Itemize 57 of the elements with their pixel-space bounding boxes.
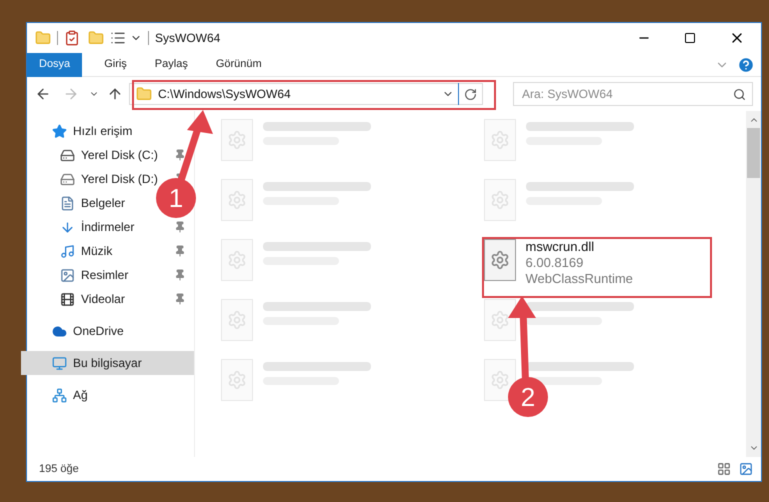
file-name[interactable]: mswcrun.dll [526, 239, 633, 255]
nav-item[interactable]: Bu bilgisayar [52, 354, 142, 372]
star-icon [52, 124, 67, 138]
file-detail: 6.00.8169 [526, 255, 584, 271]
search-icon [733, 88, 746, 100]
nav-item[interactable]: Müzik [60, 242, 112, 260]
refresh-icon[interactable] [464, 88, 477, 100]
nav-item[interactable]: Belgeler [60, 194, 126, 212]
nav-item[interactable]: Yerel Disk (D:) [60, 170, 158, 188]
large-icons-view-icon[interactable] [739, 462, 753, 476]
blurred-file-icon [484, 299, 516, 341]
address-field[interactable]: C:\Windows\SysWOW64 [129, 83, 483, 105]
help-icon[interactable] [737, 56, 755, 74]
nav-item[interactable]: Videolar [60, 290, 125, 308]
drive-icon [60, 148, 75, 162]
up-icon[interactable] [107, 86, 123, 102]
ribbon-tab[interactable]: Dosya [27, 52, 82, 76]
back-icon[interactable] [35, 86, 51, 102]
blurred-file-icon [484, 359, 516, 401]
nav-item[interactable]: İndirmeler [60, 218, 134, 236]
scrollbar[interactable] [746, 111, 761, 457]
item-count: 195 öğe [39, 462, 79, 477]
ribbon-tab[interactable]: Paylaş [142, 52, 200, 76]
address-path: C:\Windows\SysWOW64 [158, 86, 291, 103]
maximize-icon[interactable] [684, 32, 696, 44]
folder-icon [136, 86, 152, 102]
picture-icon [60, 268, 75, 282]
view-icon[interactable] [110, 30, 126, 46]
nav-item[interactable]: Hızlı erişim [52, 122, 132, 140]
blurred-file-icon [484, 119, 516, 161]
dll-file-icon [484, 239, 516, 281]
blurred-file-icon [221, 179, 253, 221]
nav-item[interactable]: Ağ [52, 386, 88, 404]
ribbon-tab[interactable]: Giriş [92, 52, 139, 76]
search-field[interactable]: Ara: SysWOW64 [513, 82, 753, 106]
down-arrow-icon [60, 220, 75, 234]
nav-item[interactable]: OneDrive [52, 322, 124, 340]
network-icon [52, 388, 67, 402]
film-icon [60, 292, 75, 306]
file-detail: WebClassRuntime [526, 271, 633, 287]
ribbon-tab[interactable]: Görünüm [204, 52, 274, 76]
cloud-icon [52, 324, 67, 338]
window-title: SysWOW64 [155, 30, 220, 47]
properties-icon[interactable] [64, 30, 80, 46]
blurred-file-icon [221, 239, 253, 281]
document-icon [60, 196, 75, 210]
monitor-icon [52, 356, 67, 370]
blurred-file-icon [221, 299, 253, 341]
blurred-file-icon [484, 179, 516, 221]
scroll-thumb[interactable] [747, 128, 760, 178]
nav-item[interactable]: Yerel Disk (C:) [60, 146, 158, 164]
details-view-icon[interactable] [717, 462, 731, 476]
blurred-file-icon [221, 119, 253, 161]
music-note-icon [60, 244, 75, 258]
blurred-file-icon [221, 359, 253, 401]
drive-icon [60, 172, 75, 186]
nav-item[interactable]: Resimler [60, 266, 128, 284]
